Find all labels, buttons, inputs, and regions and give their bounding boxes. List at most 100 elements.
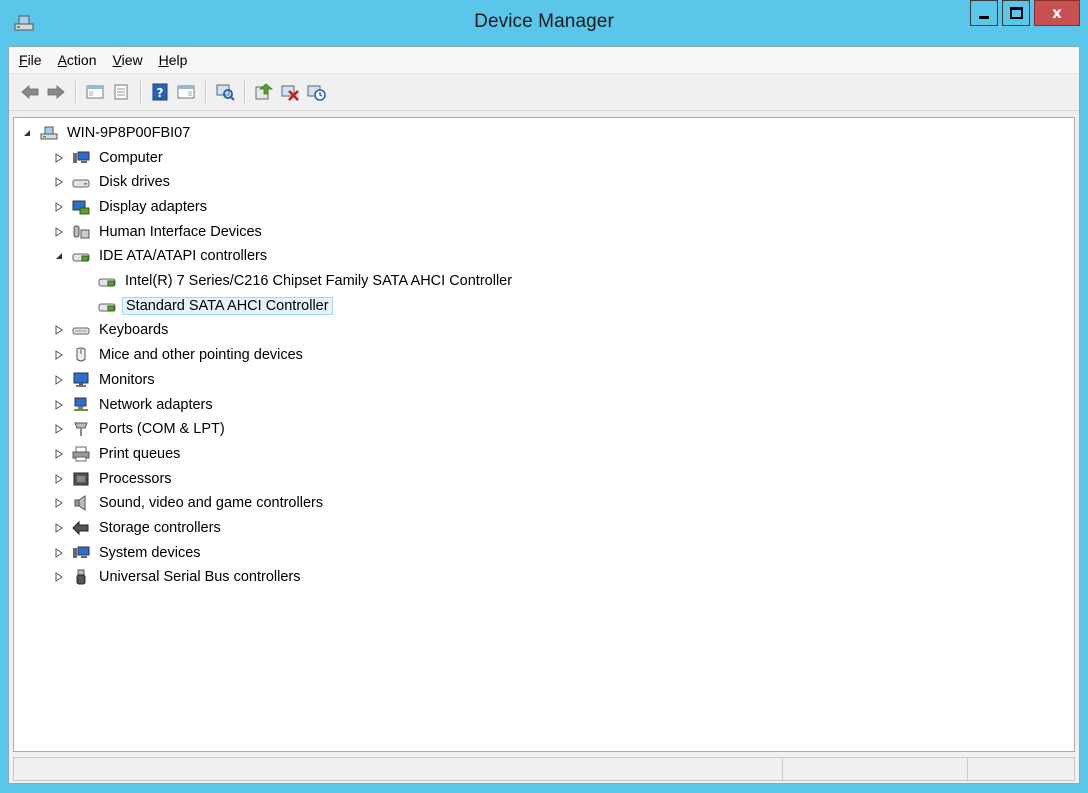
tree-category[interactable]: System devices (54, 542, 204, 564)
expand-arrow-icon[interactable] (54, 177, 64, 188)
expand-arrow-icon[interactable] (54, 523, 64, 533)
tree-category-label: Computer (99, 149, 163, 166)
tree-category[interactable]: Display adapters (54, 196, 210, 218)
title-bar[interactable]: Device Manager x (0, 0, 1088, 46)
tree-category[interactable]: Sound, video and game controllers (54, 492, 326, 514)
tree-device[interactable]: Intel(R) 7 Series/C216 Chipset Family SA… (98, 270, 515, 292)
expand-arrow-icon[interactable] (54, 572, 64, 583)
speaker-icon (74, 495, 86, 512)
window-title: Device Manager (474, 11, 614, 32)
tree-category[interactable]: Processors (54, 468, 175, 490)
expand-arrow-icon[interactable] (54, 498, 64, 509)
printer-icon (72, 446, 90, 462)
tree-category-label: System devices (99, 544, 201, 561)
forward-icon (47, 85, 65, 99)
tree-category-label: Print queues (99, 445, 181, 462)
menu-action-label: ction (66, 52, 97, 68)
tree-root-label: WIN-9P8P00FBI07 (67, 125, 191, 141)
tree-category[interactable]: Universal Serial Bus controllers (54, 566, 303, 588)
keyboard-icon (72, 327, 90, 335)
menu-file-label: ile (27, 52, 42, 68)
tree-category[interactable]: Monitors (54, 369, 158, 391)
tree-category-label: IDE ATA/ATAPI controllers (99, 248, 268, 265)
minimize-icon (979, 15, 989, 19)
port-icon (74, 422, 88, 437)
show-hide-console-tree-button[interactable] (84, 81, 106, 103)
expand-arrow-icon[interactable] (54, 424, 64, 435)
collapse-arrow-icon[interactable] (22, 128, 32, 138)
scan-hardware-changes-icon (216, 84, 235, 101)
svg-text:?: ? (157, 86, 164, 100)
toolbar: ? (9, 74, 1079, 111)
tree-category-label: Network adapters (99, 396, 213, 413)
expand-arrow-icon[interactable] (54, 374, 64, 385)
tree-category[interactable]: Network adapters (54, 394, 216, 416)
menu-help-accel: H (158, 52, 169, 68)
collapse-arrow-icon[interactable] (54, 251, 64, 261)
expand-arrow-icon[interactable] (54, 152, 64, 163)
forward-button[interactable] (45, 81, 67, 103)
tree-category[interactable]: Keyboards (54, 319, 171, 341)
status-pane-main (14, 758, 783, 780)
tree-device-label: Intel(R) 7 Series/C216 Chipset Family SA… (125, 273, 513, 289)
properties-button[interactable] (110, 81, 132, 103)
ide-controller-icon (72, 253, 90, 262)
tree-category-label: Monitors (99, 371, 155, 388)
update-driver-button[interactable] (253, 81, 275, 103)
menu-view[interactable]: View (107, 52, 153, 68)
expand-arrow-icon[interactable] (54, 201, 64, 212)
tree-category[interactable]: Human Interface Devices (54, 221, 265, 243)
help-button[interactable]: ? (149, 81, 171, 103)
monitor-icon (73, 372, 89, 387)
tree-category[interactable]: Ports (COM & LPT) (54, 418, 228, 440)
tree-category[interactable]: Disk drives (54, 171, 173, 193)
tree-category[interactable]: Mice and other pointing devices (54, 344, 306, 366)
expand-arrow-icon[interactable] (54, 547, 64, 558)
minimize-button[interactable] (970, 0, 998, 26)
show-hide-action-pane-button[interactable] (175, 81, 197, 103)
expand-arrow-icon[interactable] (54, 399, 64, 410)
tree-category[interactable]: Print queues (54, 443, 183, 465)
menu-file[interactable]: File (13, 52, 52, 68)
properties-icon (114, 84, 128, 100)
expand-arrow-icon[interactable] (54, 350, 64, 361)
tree-device[interactable]: Standard SATA AHCI Controller (98, 295, 333, 317)
close-button[interactable]: x (1034, 0, 1080, 26)
tree-category[interactable]: Computer (54, 147, 166, 169)
menu-view-label: iew (121, 52, 143, 68)
uninstall-device-icon (307, 85, 326, 101)
scan-hardware-changes-button[interactable] (214, 81, 236, 103)
menu-bar: File Action View Help (9, 47, 1079, 74)
uninstall-device-button[interactable] (305, 81, 327, 103)
expand-arrow-icon[interactable] (54, 325, 64, 336)
tree-category-label: Disk drives (99, 174, 170, 191)
disable-device-button[interactable] (279, 81, 301, 103)
usb-icon (76, 569, 86, 585)
status-bar (13, 757, 1075, 781)
tree-device-label: Standard SATA AHCI Controller (122, 296, 333, 315)
close-icon: x (1052, 4, 1062, 22)
menu-help-label: elp (168, 52, 188, 68)
device-tree[interactable]: WIN-9P8P00FBI07 Computer Disk drives Displ… (13, 117, 1075, 752)
tree-root[interactable]: WIN-9P8P00FBI07 (22, 122, 193, 144)
expand-arrow-icon[interactable] (54, 473, 64, 484)
maximize-button[interactable] (1002, 0, 1030, 26)
menu-help[interactable]: Help (153, 52, 198, 68)
back-icon (21, 85, 39, 99)
expand-arrow-icon[interactable] (54, 448, 64, 459)
display-adapter-icon (72, 200, 90, 215)
tree-category-label: Human Interface Devices (99, 223, 262, 240)
expand-arrow-icon[interactable] (54, 226, 64, 237)
storage-controller-icon (72, 520, 89, 536)
tree-category[interactable]: Storage controllers (54, 517, 224, 539)
tree-category-label: Display adapters (99, 198, 207, 215)
update-driver-icon (255, 83, 274, 100)
tree-category[interactable]: IDE ATA/ATAPI controllers (54, 245, 270, 267)
tree-category-label: Sound, video and game controllers (99, 495, 324, 512)
menu-action[interactable]: Action (52, 52, 107, 68)
tree-category-label: Processors (99, 470, 172, 487)
back-button[interactable] (19, 81, 41, 103)
menu-file-accel: F (19, 52, 28, 68)
status-pane-tertiary (968, 758, 1074, 780)
tree-category-label: Mice and other pointing devices (99, 347, 303, 364)
